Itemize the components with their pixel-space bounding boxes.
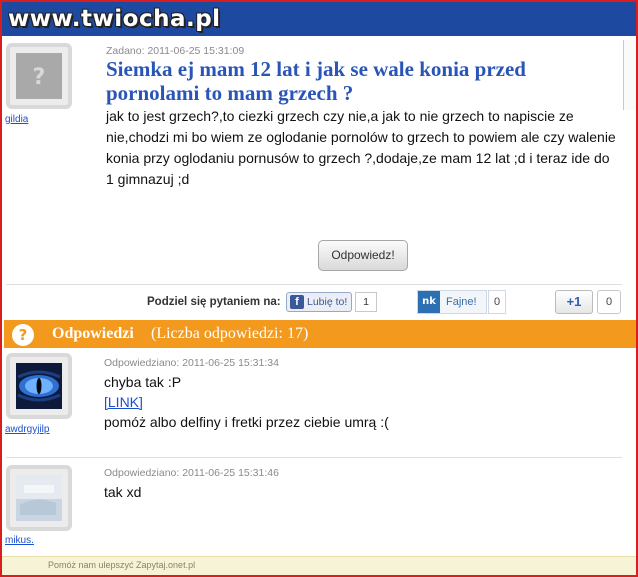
answer-text: pomóż albo delfiny i fretki przez ciebie… <box>104 414 389 430</box>
answer-date: Odpowiedziano: 2011-06-25 15:31:46 <box>104 467 279 479</box>
svg-text:?: ? <box>33 65 46 90</box>
answerer-avatar[interactable] <box>6 353 72 419</box>
default-avatar-icon: ? <box>16 53 62 99</box>
question-body: jak to jest grzech?,to ciezki grzech czy… <box>106 108 616 187</box>
share-label: Podziel się pytaniem na: <box>147 296 281 308</box>
answerer-avatar[interactable] <box>6 465 72 531</box>
google-plus-one-count: 0 <box>597 290 621 314</box>
answer-link[interactable]: [LINK] <box>104 394 143 410</box>
answer-text: chyba tak :P <box>104 374 182 390</box>
photo-avatar-icon <box>16 475 62 521</box>
site-header: www.twiocha.pl <box>2 2 636 36</box>
facebook-like-count: 1 <box>355 292 377 312</box>
question-date: Zadano: 2011-06-25 15:31:09 <box>106 45 245 57</box>
dragon-eye-avatar-icon <box>16 363 62 409</box>
facebook-icon: f <box>290 295 304 309</box>
answerer-username[interactable]: mikus. <box>5 535 34 546</box>
facebook-like-label: Lubię to! <box>307 296 348 308</box>
feedback-link[interactable]: Pomóż nam ulepszyć Zapytaj.onet.pl <box>48 560 195 570</box>
answer-button[interactable]: Odpowiedz! <box>318 240 408 271</box>
nk-fajne-count: 0 <box>488 290 506 314</box>
separator <box>6 457 622 458</box>
asker-username[interactable]: gildia <box>5 114 28 125</box>
nk-fajne-button[interactable]: nk Fajne! <box>417 290 487 314</box>
answer-text: tak xd <box>104 484 142 500</box>
site-logo: www.twiocha.pl <box>8 6 221 32</box>
facebook-like-button[interactable]: f Lubię to! <box>286 292 352 312</box>
asker-avatar[interactable]: ? <box>6 43 72 109</box>
answerer-username[interactable]: awdrgyjilp <box>5 424 49 435</box>
nk-fajne-label: Fajne! <box>446 296 477 308</box>
question-title: Siemka ej mam 12 lat i jak se wale konia… <box>106 57 526 105</box>
google-plus-one-button[interactable]: +1 <box>555 290 593 314</box>
nk-icon: nk <box>418 291 440 313</box>
separator <box>6 284 622 285</box>
answers-count: (Liczba odpowiedzi: 17) <box>151 325 309 342</box>
question-mark-icon: ? <box>12 324 34 346</box>
right-scrollbar[interactable] <box>623 40 636 110</box>
answers-heading: Odpowiedzi <box>52 325 134 342</box>
answer-date: Odpowiedziano: 2011-06-25 15:31:34 <box>104 357 279 369</box>
